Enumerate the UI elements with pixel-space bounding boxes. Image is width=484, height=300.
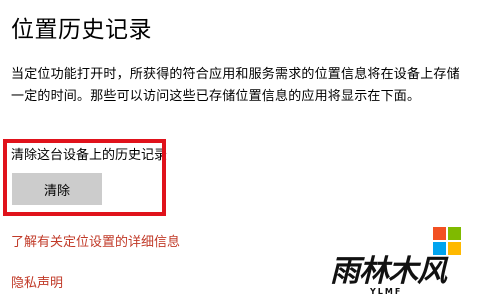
watermark-subtext: YLMF <box>370 287 403 296</box>
windows-logo-icon <box>433 227 461 255</box>
learn-more-link[interactable]: 了解有关定位设置的详细信息 <box>11 233 180 253</box>
watermark-logo: 雨林木风 YLMF <box>330 222 480 300</box>
location-history-page: 位置历史记录 当定位功能打开时，所获得的符合应用和服务需求的位置信息将在设备上存… <box>0 0 484 300</box>
page-description: 当定位功能打开时，所获得的符合应用和服务需求的位置信息将在设备上存储一定的时间。… <box>11 67 460 104</box>
clear-button[interactable]: 清除 <box>12 173 102 205</box>
privacy-statement-link[interactable]: 隐私声明 <box>11 274 63 294</box>
page-title: 位置历史记录 <box>11 17 152 43</box>
watermark-text: 雨林木风 <box>330 254 447 289</box>
clear-history-label: 清除这台设备上的历史记录 <box>11 148 168 163</box>
